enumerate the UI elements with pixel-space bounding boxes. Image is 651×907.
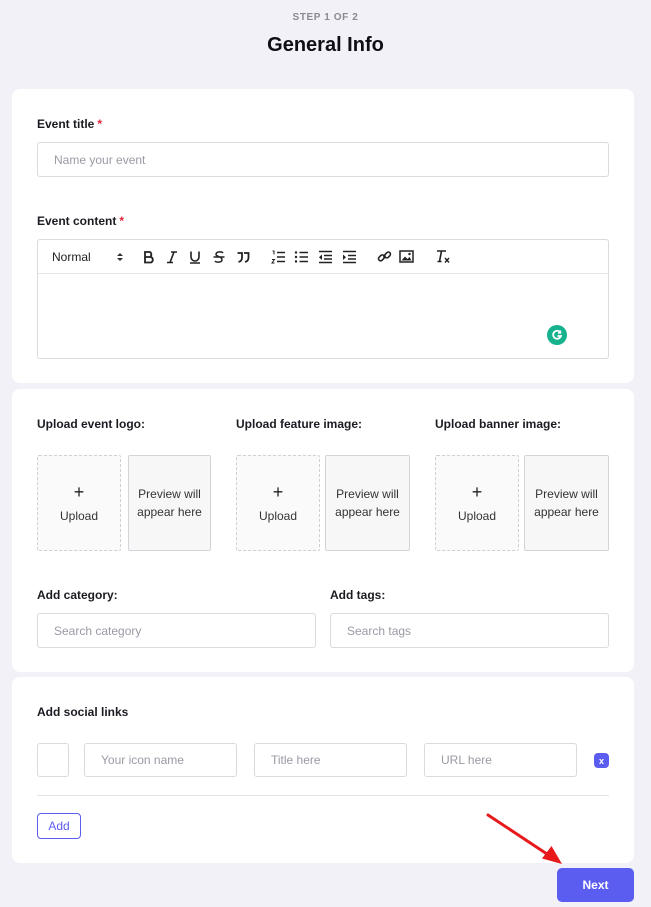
event-title-placeholder: Name your event <box>54 152 146 167</box>
media-card: Upload event logo: Upload feature image:… <box>12 389 634 672</box>
format-select-value: Normal <box>52 249 91 264</box>
underline-icon[interactable] <box>184 240 206 273</box>
remove-social-link-button[interactable]: x <box>594 753 609 768</box>
preview-text: Preview will appear here <box>534 487 599 519</box>
category-search-input[interactable]: Search category <box>37 613 316 648</box>
logo-preview: Preview will appear here <box>128 455 211 551</box>
category-placeholder: Search category <box>54 623 142 638</box>
upload-text: Upload <box>457 509 497 523</box>
content-editor[interactable] <box>37 273 609 359</box>
next-button[interactable]: Next <box>557 868 634 902</box>
format-select[interactable]: Normal <box>52 240 124 273</box>
event-title-input[interactable]: Name your event <box>37 142 609 177</box>
event-title-label: Event title * <box>37 117 102 131</box>
ordered-list-icon[interactable] <box>267 240 289 273</box>
clear-format-icon[interactable] <box>432 240 454 273</box>
tags-label: Add tags: <box>330 588 386 602</box>
annotation-arrow-icon <box>486 813 562 864</box>
tags-search-input[interactable]: Search tags <box>330 613 609 648</box>
page: STEP 1 OF 2 General Info Event title * Na… <box>0 0 651 907</box>
italic-icon[interactable] <box>161 240 183 273</box>
divider <box>37 795 609 796</box>
social-icon-name-input[interactable]: Your icon name <box>84 743 237 777</box>
required-mark: * <box>97 117 103 131</box>
outdent-icon[interactable] <box>314 240 336 273</box>
blockquote-icon[interactable] <box>232 240 254 273</box>
editor-toolbar: Normal <box>37 239 609 274</box>
preview-text: Preview will appear here <box>335 487 400 519</box>
upload-feature-label: Upload feature image: <box>236 417 363 431</box>
image-icon[interactable] <box>395 240 417 273</box>
upload-logo-label: Upload event logo: <box>37 417 145 431</box>
plus-icon: + <box>73 482 85 502</box>
category-label: Add category: <box>37 588 118 602</box>
upload-logo-button[interactable]: + Upload <box>37 455 121 551</box>
preview-text: Preview will appear here <box>137 487 202 519</box>
tags-placeholder: Search tags <box>347 623 412 638</box>
close-icon: x <box>598 755 604 766</box>
event-content-label: Event content * <box>37 214 124 228</box>
link-icon[interactable] <box>373 240 395 273</box>
social-url-input[interactable]: URL here <box>424 743 577 777</box>
social-icon-preview[interactable] <box>37 743 69 777</box>
social-links-label: Add social links <box>37 705 129 719</box>
step-indicator: STEP 1 OF 2 <box>292 12 359 23</box>
upload-feature-button[interactable]: + Upload <box>236 455 320 551</box>
upload-banner-label: Upload banner image: <box>435 417 562 431</box>
event-content-label-text: Event content <box>37 214 117 228</box>
plus-icon: + <box>471 482 483 502</box>
strikethrough-icon[interactable] <box>208 240 230 273</box>
upload-text: Upload <box>258 509 298 523</box>
url-placeholder: URL here <box>441 753 492 767</box>
banner-preview: Preview will appear here <box>524 455 609 551</box>
bullet-list-icon[interactable] <box>290 240 312 273</box>
upload-banner-button[interactable]: + Upload <box>435 455 519 551</box>
event-title-label-text: Event title <box>37 117 95 131</box>
upload-text: Upload <box>59 509 99 523</box>
plus-icon: + <box>272 482 284 502</box>
add-social-link-button[interactable]: Add <box>37 813 81 839</box>
general-info-card: Event title * Name your event Event conte… <box>12 89 634 383</box>
select-arrows-icon <box>117 252 123 261</box>
bold-icon[interactable] <box>138 240 160 273</box>
feature-preview: Preview will appear here <box>325 455 410 551</box>
grammarly-icon[interactable] <box>547 325 567 345</box>
indent-icon[interactable] <box>338 240 360 273</box>
social-title-input[interactable]: Title here <box>254 743 407 777</box>
title-placeholder: Title here <box>271 753 321 767</box>
required-mark: * <box>119 214 125 228</box>
icon-name-placeholder: Your icon name <box>101 753 184 767</box>
page-title: General Info <box>267 34 384 56</box>
